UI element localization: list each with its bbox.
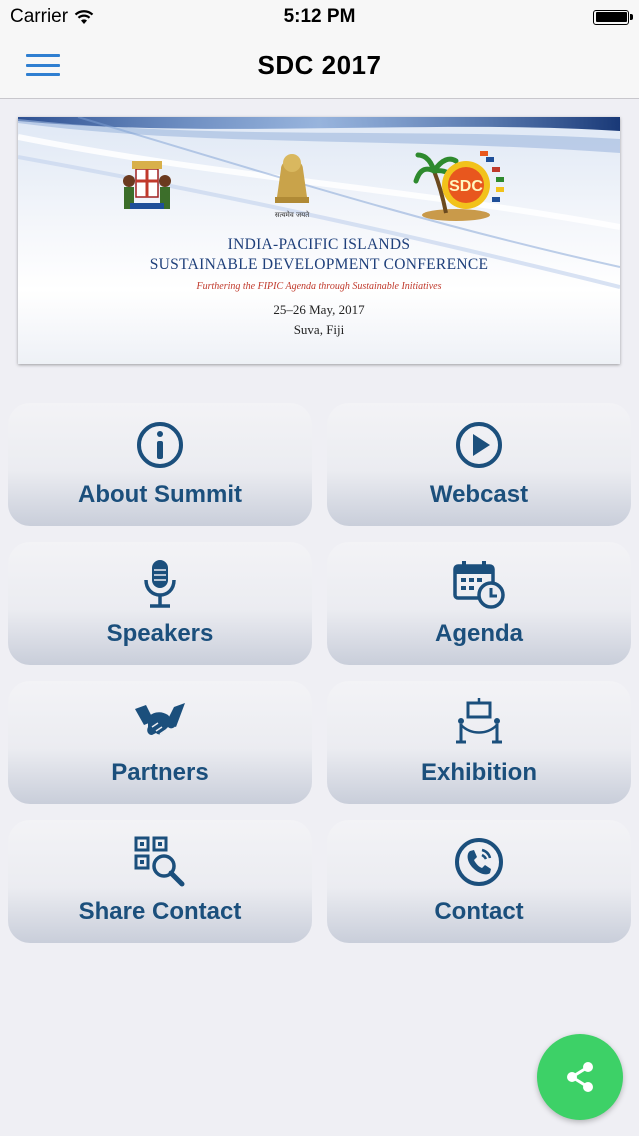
info-icon: [137, 422, 183, 468]
tile-label: Share Contact: [78, 898, 242, 925]
tile-label: Exhibition: [421, 759, 537, 786]
microphone-icon: [144, 560, 176, 608]
banner-title-line1: INDIA-PACIFIC ISLANDS: [227, 236, 411, 253]
status-time: 5:12 PM: [283, 6, 356, 27]
tile-label: Partners: [111, 759, 209, 786]
sdc-logo: SDC: [413, 151, 504, 221]
exhibition-stand-icon: [456, 698, 502, 744]
tile-label: About Summit: [78, 481, 242, 508]
nav-bar: SDC 2017: [0, 34, 639, 99]
tile-label: Speakers: [106, 620, 214, 647]
tile-exhibition[interactable]: Exhibition: [327, 681, 631, 804]
share-fab-button[interactable]: [537, 1034, 623, 1120]
qr-search-icon: [134, 836, 185, 887]
svg-text:सत्यमेव जयते: सत्यमेव जयते: [275, 210, 310, 219]
tile-agenda[interactable]: Agenda: [327, 542, 631, 665]
battery-icon: [593, 9, 633, 25]
tile-about-summit[interactable]: About Summit: [8, 403, 312, 526]
tile-label: Agenda: [434, 620, 523, 647]
phone-icon: [455, 838, 503, 886]
share-icon: [567, 1062, 593, 1092]
wifi-icon: [74, 10, 94, 24]
banner-location: Suva, Fiji: [293, 322, 345, 337]
carrier-label: Carrier: [10, 6, 69, 27]
banner-tagline: Furthering the FIPIC Agenda through Sust…: [196, 281, 442, 292]
banner-logos: सत्यमेव जयते SDC: [123, 151, 504, 221]
conference-banner: सत्यमेव जयते SDC INDIA-PACIFIC ISLANDS S…: [18, 117, 620, 364]
handshake-icon: [135, 703, 185, 735]
tile-partners[interactable]: Partners: [8, 681, 312, 804]
play-icon: [456, 422, 502, 468]
tile-label: Contact: [434, 898, 524, 925]
tile-contact[interactable]: Contact: [327, 820, 631, 943]
fiji-coat-of-arms-logo: [123, 161, 171, 209]
tile-share-contact[interactable]: Share Contact: [8, 820, 312, 943]
india-emblem-logo: सत्यमेव जयते: [275, 154, 310, 219]
page-title: SDC 2017: [257, 50, 382, 80]
status-bar: Carrier 5:12 PM: [0, 0, 639, 34]
calendar-clock-icon: [453, 561, 505, 609]
sdc-logo-text: SDC: [449, 178, 483, 195]
tile-label: Webcast: [429, 481, 529, 508]
tile-webcast[interactable]: Webcast: [327, 403, 631, 526]
banner-title-line2: SUSTAINABLE DEVELOPMENT CONFERENCE: [149, 256, 489, 273]
tile-speakers[interactable]: Speakers: [8, 542, 312, 665]
banner-dates: 25–26 May, 2017: [273, 302, 365, 317]
status-left: Carrier: [10, 6, 94, 28]
banner-text: INDIA-PACIFIC ISLANDS SUSTAINABLE DEVELO…: [18, 235, 620, 338]
